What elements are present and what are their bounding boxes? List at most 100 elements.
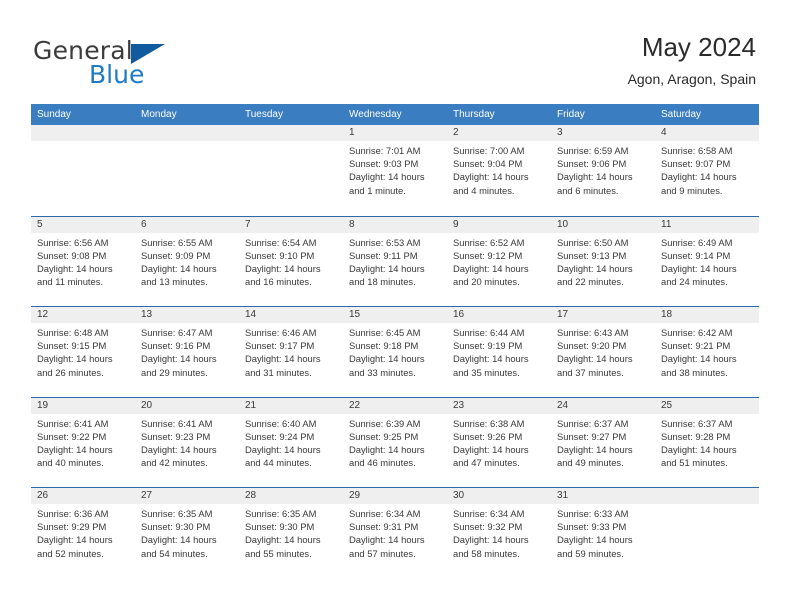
day-details: Sunrise: 7:00 AM Sunset: 9:04 PM Daylight:…: [447, 141, 551, 197]
daylight-text: Daylight: 14 hours: [141, 534, 217, 546]
daylight-text: Daylight: 14 hours: [453, 534, 529, 546]
day-details: Sunrise: 6:37 AM Sunset: 9:28 PM Daylight:…: [655, 414, 759, 470]
daylight-text: Daylight: 14 hours: [245, 262, 321, 274]
calendar-day-cell[interactable]: 26 Sunrise: 6:36 AM Sunset: 9:29 PM Dayligh…: [31, 488, 135, 579]
calendar-day-cell[interactable]: 1 Sunrise: 7:01 AM Sunset: 9:03 PM Daylight…: [343, 125, 447, 216]
calendar-day-cell[interactable]: 8 Sunrise: 6:53 AM Sunset: 9:11 PM Daylight…: [343, 216, 447, 306]
sunrise-text: Sunrise: 6:53 AM: [349, 236, 421, 248]
calendar-day-cell[interactable]: 9 Sunrise: 6:52 AM Sunset: 9:12 PM Daylight…: [447, 216, 551, 306]
sunrise-text: Sunrise: 6:49 AM: [661, 236, 733, 248]
sunrise-text: Sunrise: 6:36 AM: [37, 508, 109, 519]
daylight-text-cont: and 18 minutes.: [349, 276, 416, 288]
sunrise-text: Sunrise: 6:35 AM: [141, 508, 213, 519]
daylight-text-cont: and 40 minutes.: [37, 457, 104, 469]
sunrise-text: Sunrise: 6:41 AM: [141, 417, 213, 429]
calendar-day-cell[interactable]: 6 Sunrise: 6:55 AM Sunset: 9:09 PM Daylight…: [135, 216, 239, 306]
sunset-text: Sunset: 9:13 PM: [557, 249, 627, 261]
sunrise-text: Sunrise: 6:34 AM: [349, 508, 421, 519]
daylight-text-cont: and 6 minutes.: [557, 184, 619, 196]
daylight-text-cont: and 22 minutes.: [557, 276, 624, 288]
calendar-day-cell[interactable]: 16 Sunrise: 6:44 AM Sunset: 9:19 PM Dayligh…: [447, 307, 551, 397]
day-details: Sunrise: 6:46 AM Sunset: 9:17 PM Daylight:…: [239, 323, 343, 379]
day-details: Sunrise: 6:39 AM Sunset: 9:25 PM Daylight:…: [343, 414, 447, 470]
sunset-text: Sunset: 9:09 PM: [141, 249, 211, 261]
day-number: 25: [655, 397, 759, 414]
sunset-text: Sunset: 9:18 PM: [349, 340, 419, 352]
calendar-day-cell[interactable]: 10 Sunrise: 6:50 AM Sunset: 9:13 PM Dayligh…: [551, 216, 655, 306]
calendar-day-cell[interactable]: 20 Sunrise: 6:41 AM Sunset: 9:23 PM Dayligh…: [135, 397, 239, 487]
daylight-text: Daylight: 14 hours: [141, 353, 217, 365]
sunset-text: Sunset: 9:33 PM: [557, 521, 627, 533]
day-of-week-header-wednesday: Wednesday: [349, 109, 402, 120]
calendar-day-cell[interactable]: 2 Sunrise: 7:00 AM Sunset: 9:04 PM Daylight…: [447, 125, 551, 216]
day-details: Sunrise: 6:53 AM Sunset: 9:11 PM Daylight:…: [343, 233, 447, 289]
calendar-day-cell[interactable]: 23 Sunrise: 6:38 AM Sunset: 9:26 PM Dayligh…: [447, 397, 551, 487]
daylight-text: Daylight: 14 hours: [141, 443, 217, 455]
daylight-text-cont: and 11 minutes.: [37, 276, 104, 288]
calendar-day-cell[interactable]: 11 Sunrise: 6:49 AM Sunset: 9:14 PM Dayligh…: [655, 216, 759, 306]
page-header: General Blue May 2024 Agon, Aragon, Spai…: [0, 0, 792, 100]
calendar-day-cell[interactable]: 7 Sunrise: 6:54 AM Sunset: 9:10 PM Daylight…: [239, 216, 343, 306]
day-details: Sunrise: 6:34 AM Sunset: 9:32 PM Daylight:…: [447, 504, 551, 560]
daylight-text-cont: and 44 minutes.: [245, 457, 312, 469]
sunrise-text: Sunrise: 6:54 AM: [245, 236, 317, 248]
calendar-day-cell[interactable]: 15 Sunrise: 6:45 AM Sunset: 9:18 PM Dayligh…: [343, 307, 447, 397]
day-details: [655, 504, 759, 507]
day-details: Sunrise: 6:41 AM Sunset: 9:23 PM Daylight:…: [135, 414, 239, 470]
day-details: Sunrise: 6:33 AM Sunset: 9:33 PM Daylight:…: [551, 504, 655, 560]
day-details: Sunrise: 6:55 AM Sunset: 9:09 PM Daylight:…: [135, 233, 239, 289]
daylight-text-cont: and 37 minutes.: [557, 366, 624, 378]
sunrise-text: Sunrise: 6:33 AM: [557, 508, 629, 519]
calendar-day-cell[interactable]: 29 Sunrise: 6:34 AM Sunset: 9:31 PM Dayligh…: [343, 488, 447, 579]
daylight-text-cont: and 46 minutes.: [349, 457, 416, 469]
day-number: 7: [239, 216, 343, 233]
sunset-text: Sunset: 9:19 PM: [453, 340, 523, 352]
day-details: Sunrise: 6:45 AM Sunset: 9:18 PM Daylight:…: [343, 323, 447, 379]
calendar-day-cell[interactable]: 30 Sunrise: 6:34 AM Sunset: 9:32 PM Dayligh…: [447, 488, 551, 579]
calendar-day-cell[interactable]: 14 Sunrise: 6:46 AM Sunset: 9:17 PM Dayligh…: [239, 307, 343, 397]
calendar-day-cell-empty: [239, 125, 343, 216]
sunrise-text: Sunrise: 6:58 AM: [661, 145, 733, 156]
day-details: Sunrise: 6:48 AM Sunset: 9:15 PM Daylight:…: [31, 323, 135, 379]
daylight-text-cont: and 4 minutes.: [453, 184, 515, 196]
day-number: 16: [447, 307, 551, 323]
calendar-day-cell[interactable]: 27 Sunrise: 6:35 AM Sunset: 9:30 PM Dayligh…: [135, 488, 239, 579]
sunset-text: Sunset: 9:03 PM: [349, 158, 419, 170]
calendar-day-cell[interactable]: 17 Sunrise: 6:43 AM Sunset: 9:20 PM Dayligh…: [551, 307, 655, 397]
daylight-text: Daylight: 14 hours: [557, 443, 633, 455]
sunset-text: Sunset: 9:25 PM: [349, 430, 419, 442]
day-details: Sunrise: 6:37 AM Sunset: 9:27 PM Daylight:…: [551, 414, 655, 470]
daylight-text: Daylight: 14 hours: [557, 534, 633, 546]
calendar-day-cell[interactable]: 4 Sunrise: 6:58 AM Sunset: 9:07 PM Daylight…: [655, 125, 759, 216]
calendar-day-cell[interactable]: 24 Sunrise: 6:37 AM Sunset: 9:27 PM Dayligh…: [551, 397, 655, 487]
calendar-day-cell-empty: [31, 125, 135, 216]
calendar-day-cell[interactable]: 13 Sunrise: 6:47 AM Sunset: 9:16 PM Dayligh…: [135, 307, 239, 397]
calendar-day-cell[interactable]: 28 Sunrise: 6:35 AM Sunset: 9:30 PM Dayligh…: [239, 488, 343, 579]
daylight-text-cont: and 9 minutes.: [661, 184, 723, 196]
calendar-day-cell[interactable]: 31 Sunrise: 6:33 AM Sunset: 9:33 PM Dayligh…: [551, 488, 655, 579]
day-number: 24: [551, 397, 655, 414]
calendar-day-cell[interactable]: 12 Sunrise: 6:48 AM Sunset: 9:15 PM Dayligh…: [31, 307, 135, 397]
day-number: 10: [551, 216, 655, 233]
sunrise-text: Sunrise: 6:47 AM: [141, 327, 213, 338]
calendar-day-cell[interactable]: 19 Sunrise: 6:41 AM Sunset: 9:22 PM Dayligh…: [31, 397, 135, 487]
calendar-day-cell[interactable]: 21 Sunrise: 6:40 AM Sunset: 9:24 PM Dayligh…: [239, 397, 343, 487]
calendar-weeks: 1 Sunrise: 7:01 AM Sunset: 9:03 PM Daylight…: [31, 125, 759, 579]
daylight-text-cont: and 20 minutes.: [453, 276, 520, 288]
calendar-day-cell[interactable]: 5 Sunrise: 6:56 AM Sunset: 9:08 PM Daylight…: [31, 216, 135, 306]
sunrise-text: Sunrise: 6:38 AM: [453, 417, 525, 429]
day-number: 14: [239, 307, 343, 323]
daylight-text-cont: and 58 minutes.: [453, 547, 520, 559]
calendar-day-cell[interactable]: 3 Sunrise: 6:59 AM Sunset: 9:06 PM Daylight…: [551, 125, 655, 216]
calendar-day-cell-empty: [655, 488, 759, 579]
daylight-text: Daylight: 14 hours: [557, 262, 633, 274]
sunset-text: Sunset: 9:10 PM: [245, 249, 315, 261]
day-number: 31: [551, 488, 655, 504]
calendar-day-cell[interactable]: 25 Sunrise: 6:37 AM Sunset: 9:28 PM Dayligh…: [655, 397, 759, 487]
day-details: Sunrise: 6:58 AM Sunset: 9:07 PM Daylight:…: [655, 141, 759, 197]
calendar-day-cell[interactable]: 18 Sunrise: 6:42 AM Sunset: 9:21 PM Dayligh…: [655, 307, 759, 397]
calendar-day-cell[interactable]: 22 Sunrise: 6:39 AM Sunset: 9:25 PM Dayligh…: [343, 397, 447, 487]
daylight-text-cont: and 31 minutes.: [245, 366, 312, 378]
daylight-text: Daylight: 14 hours: [349, 534, 425, 546]
general-blue-logo[interactable]: General Blue: [33, 36, 243, 89]
